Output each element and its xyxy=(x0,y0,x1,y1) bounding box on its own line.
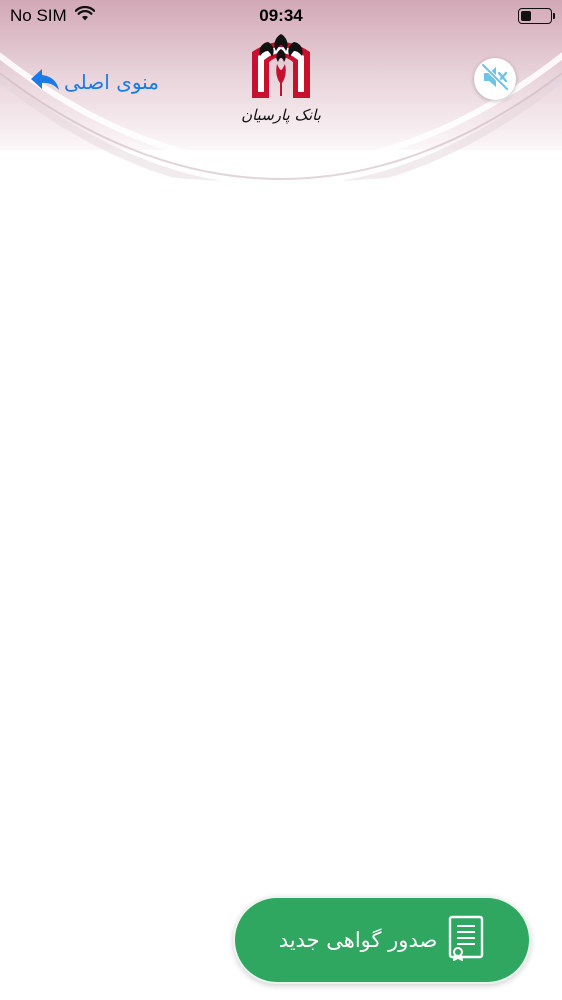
certificate-document-icon xyxy=(447,915,485,965)
certificate-list-area xyxy=(0,215,562,885)
status-left: No SIM xyxy=(10,5,95,27)
reply-arrow-icon xyxy=(30,67,60,98)
mute-sound-button[interactable] xyxy=(474,58,516,100)
back-to-main-menu-button[interactable]: منوی اصلی xyxy=(30,64,159,100)
battery-icon xyxy=(518,8,555,24)
issue-certificate-label: صدور گواهی جدید xyxy=(278,928,438,952)
battery-fill xyxy=(521,11,531,21)
status-bar: No SIM 09:34 xyxy=(0,0,562,32)
logo-text: بانک پارسیان xyxy=(241,106,321,124)
wifi-icon xyxy=(74,5,95,27)
bank-logo: بانک پارسیان xyxy=(238,32,324,132)
issue-new-certificate-button[interactable]: صدور گواهی جدید xyxy=(233,896,531,984)
app-screen: No SIM 09:34 منوی اصلی بانک پارسیان صدور… xyxy=(0,0,562,1000)
speaker-muted-icon xyxy=(480,62,510,96)
back-link-label: منوی اصلی xyxy=(64,70,159,94)
carrier-label: No SIM xyxy=(10,6,67,25)
